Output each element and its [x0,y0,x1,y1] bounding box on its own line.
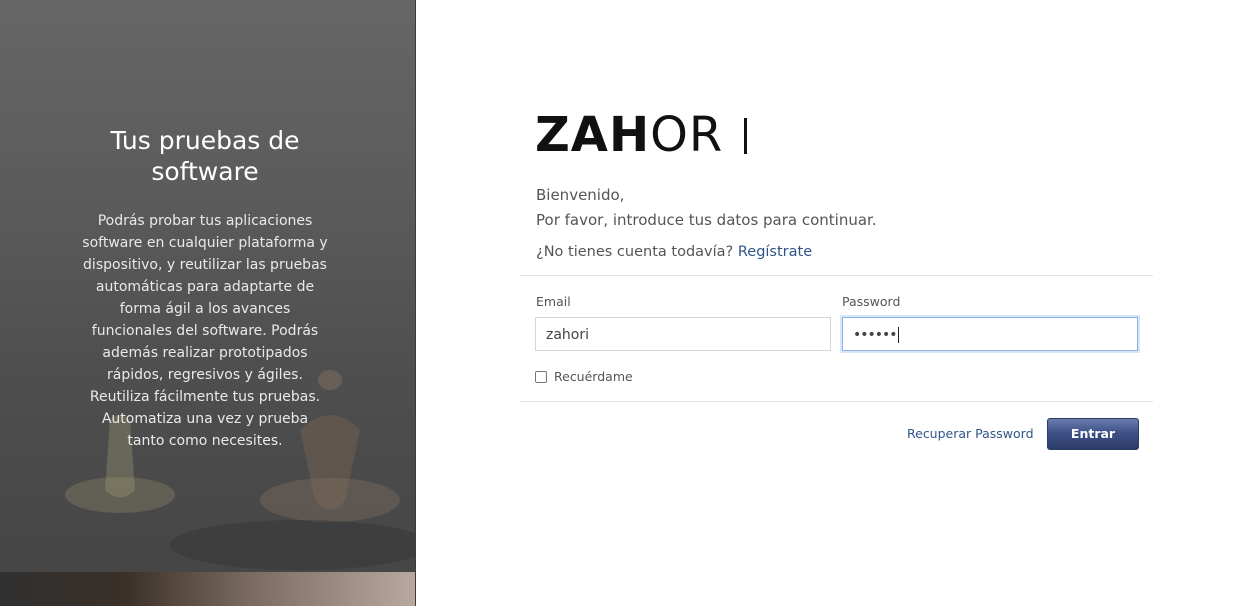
remember-me-label[interactable]: Recuérdame [554,369,633,384]
logo-bold-text: ZAH [535,107,651,163]
email-label: Email [536,294,571,309]
password-label: Password [842,294,901,309]
welcome-line-2: Por favor, introduce tus datos para cont… [536,211,877,229]
welcome-line-1: Bienvenido, [536,186,625,204]
signup-link[interactable]: Regístrate [738,244,812,260]
password-input-value: •••••• [853,327,898,343]
divider-bottom [520,401,1153,402]
divider-top [520,275,1153,276]
hero-bottom-strip [0,572,415,606]
password-input[interactable]: •••••• [842,317,1138,351]
welcome-message: Bienvenido, Por favor, introduce tus dat… [536,183,877,233]
text-caret [897,327,899,343]
hero-title: Tus pruebas de software [110,126,300,186]
hero-panel: Tus pruebas de software Podrás probar tu… [0,0,415,606]
recover-password-link[interactable]: Recuperar Password [907,426,1034,441]
hero-description: Podrás probar tus aplicaciones software … [82,213,328,449]
email-input-value: zahori [546,327,590,343]
logo-bar-mark [744,118,747,154]
login-button[interactable]: Entrar [1047,418,1139,450]
panel-divider [415,0,416,606]
zahori-logo: ZAHOR [535,111,723,159]
logo-thin-text: OR [650,107,724,163]
signup-prompt: ¿No tienes cuenta todavía? Regístrate [536,241,812,263]
email-input[interactable]: zahori [535,317,831,351]
signup-prompt-text: ¿No tienes cuenta todavía? [536,244,734,260]
remember-me-checkbox[interactable] [535,371,547,383]
